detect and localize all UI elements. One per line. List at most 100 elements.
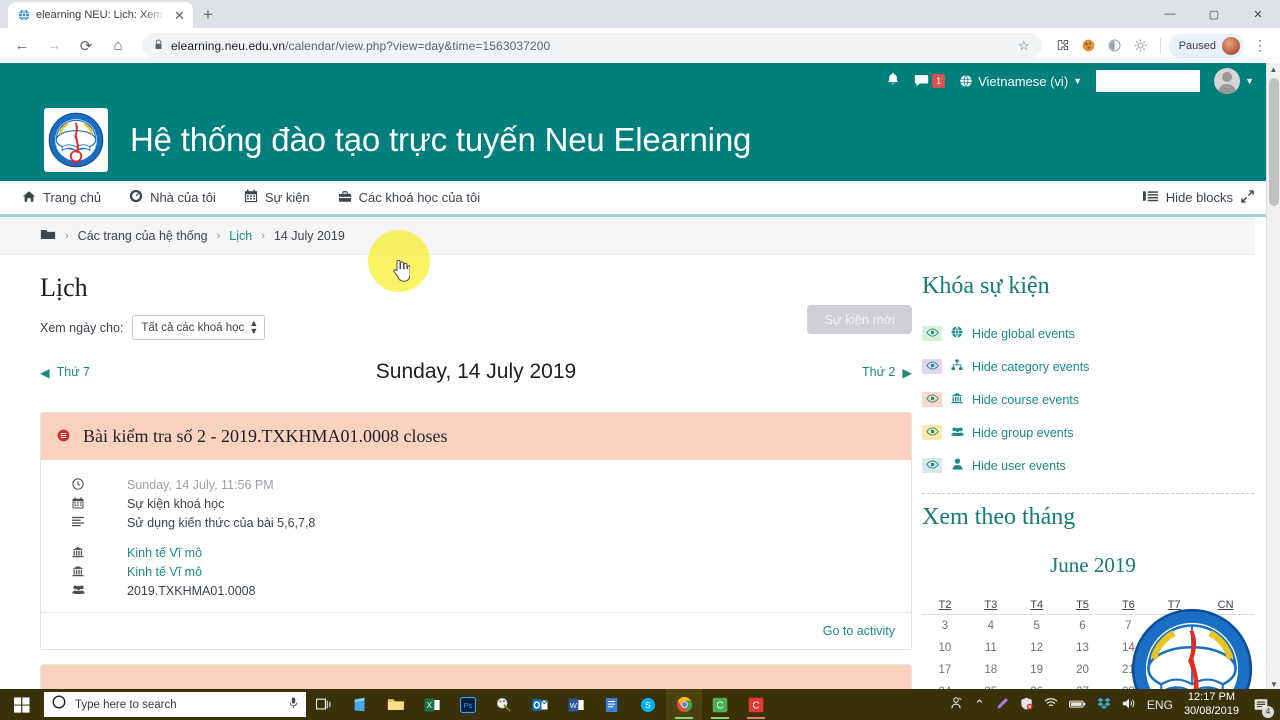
eye-toggle[interactable] <box>922 458 942 473</box>
calendar-day[interactable]: 23 <box>1197 659 1254 681</box>
paint-icon[interactable] <box>486 689 522 720</box>
key-item-category[interactable]: Hide category events <box>922 359 1254 374</box>
new-event-button[interactable]: Sự kiện mới <box>807 305 912 334</box>
red-app-icon[interactable]: C <box>738 689 774 720</box>
calendar-day[interactable]: 10 <box>922 637 968 659</box>
nav-item-trang-chu[interactable]: Trang chủ <box>22 190 101 206</box>
nav-item-su-kien[interactable]: Sự kiện <box>244 189 310 206</box>
folder-icon[interactable] <box>40 228 56 244</box>
clock[interactable]: 12:17 PM 30/08/2019 <box>1184 691 1239 719</box>
calendar-day[interactable]: 20 <box>1060 659 1106 681</box>
forward-icon[interactable]: → <box>40 32 68 60</box>
calendar-day[interactable]: 9 <box>1197 615 1254 638</box>
outlook-icon[interactable] <box>522 689 558 720</box>
hide-blocks-button[interactable]: Hide blocks <box>1142 189 1254 206</box>
calendar-day[interactable]: 19 <box>1014 659 1060 681</box>
blocks-icon <box>1142 190 1158 205</box>
calendar-day[interactable]: 5 <box>1014 615 1060 638</box>
calendar-day[interactable]: 12 <box>1014 637 1060 659</box>
calendar-day[interactable]: 22 <box>1151 659 1197 681</box>
calendar-day[interactable]: 16 <box>1197 637 1254 659</box>
volume-icon[interactable] <box>1122 697 1136 713</box>
event-course-link[interactable]: Kinh tế Vĩ mô <box>127 546 202 560</box>
scrollbar-thumb[interactable] <box>1269 78 1279 206</box>
calendar-day[interactable]: 17 <box>922 659 968 681</box>
course-filter-select[interactable]: Tất cả các khoá học ▲ ▼ <box>132 315 266 340</box>
microphone-icon[interactable] <box>289 696 298 714</box>
new-tab-button[interactable]: + <box>203 5 213 25</box>
scroll-up-arrow[interactable]: ▲ <box>1267 63 1280 77</box>
browser-tab[interactable]: elearning NEU: Lịch: Xem ngày: S ✕ <box>8 2 193 28</box>
green-app-icon[interactable]: C <box>702 689 738 720</box>
reload-icon[interactable]: ⟳ <box>72 32 100 60</box>
windows-icon[interactable] <box>0 689 44 720</box>
key-item-course[interactable]: Hide course events <box>922 392 1254 407</box>
calendar-day[interactable]: 7 <box>1105 615 1151 638</box>
security-icon[interactable] <box>1020 697 1033 713</box>
event-title[interactable]: Bài kiểm tra số 2 - 2019.TXKHMA01.0008 c… <box>83 426 447 447</box>
browser-menu-icon[interactable]: ⋮ <box>1248 37 1272 54</box>
taskbar-search[interactable]: Type here to search <box>44 692 306 717</box>
address-bar[interactable]: elearning.neu.edu.vn/calendar/view.php?v… <box>142 32 1042 59</box>
notifications-icon[interactable]: 4 <box>1250 693 1274 718</box>
calendar-day[interactable]: 6 <box>1060 615 1106 638</box>
maximize-button[interactable]: ▢ <box>1192 0 1236 28</box>
pen-icon[interactable] <box>996 697 1009 713</box>
file-explorer-icon[interactable] <box>378 689 414 720</box>
dropbox-icon[interactable] <box>1097 697 1111 713</box>
battery-icon[interactable] <box>1068 698 1086 712</box>
calendar-day[interactable]: 21 <box>1105 659 1151 681</box>
user-menu[interactable]: ▼ <box>1214 68 1254 94</box>
moon-icon[interactable] <box>1104 35 1126 57</box>
key-item-group[interactable]: Hide group events <box>922 425 1254 440</box>
back-icon[interactable]: ← <box>8 32 36 60</box>
calendar-day[interactable]: 18 <box>968 659 1014 681</box>
chrome-icon[interactable] <box>666 689 702 720</box>
bookmark-star-icon[interactable]: ☆ <box>1018 38 1030 54</box>
puzzle-icon[interactable] <box>1052 35 1074 57</box>
breadcrumb-item-1[interactable]: Lịch <box>229 229 252 243</box>
excel-icon[interactable]: X <box>414 689 450 720</box>
eye-toggle[interactable] <box>922 326 942 341</box>
word-icon[interactable]: W <box>558 689 594 720</box>
event-course-link-2[interactable]: Kinh tế Vĩ mô <box>127 565 202 579</box>
skype-icon[interactable]: S <box>630 689 666 720</box>
language-selector[interactable]: Vietnamese (vi) ▼ <box>959 74 1082 89</box>
user-icon <box>949 458 965 473</box>
task-view-icon[interactable] <box>306 689 342 720</box>
home-icon[interactable]: ⌂ <box>104 32 132 60</box>
gear-icon[interactable] <box>1130 35 1152 57</box>
tray-expand-icon[interactable]: ⌃ <box>974 697 985 713</box>
people-icon[interactable] <box>949 696 963 713</box>
photoshop-icon[interactable]: Ps <box>450 689 486 720</box>
nav-item-cac-khoa-hoc-cua-toi[interactable]: Các khoá học của tôi <box>338 190 480 206</box>
calendar-day[interactable]: 8 <box>1151 615 1197 638</box>
key-item-user[interactable]: Hide user events <box>922 458 1254 473</box>
search-input[interactable] <box>1096 70 1201 92</box>
go-to-activity-link[interactable]: Go to activity <box>823 624 895 638</box>
eye-toggle[interactable] <box>922 359 942 374</box>
calendar-day[interactable]: 3 <box>922 615 968 638</box>
calendar-day[interactable]: 14 <box>1105 637 1151 659</box>
message-icon[interactable]: 1 <box>914 73 946 89</box>
window-close-button[interactable]: ✕ <box>1236 0 1280 28</box>
notes-icon[interactable] <box>594 689 630 720</box>
nav-item-nha-cua-toi[interactable]: Nhà của tôi <box>129 189 216 206</box>
store-icon[interactable] <box>342 689 378 720</box>
profile-button[interactable]: Paused <box>1168 33 1244 58</box>
eye-toggle[interactable] <box>922 425 942 440</box>
calendar-day[interactable]: 13 <box>1060 637 1106 659</box>
language-indicator[interactable]: ENG <box>1147 698 1173 712</box>
eye-toggle[interactable] <box>922 392 942 407</box>
page-scrollbar[interactable]: ▲ ▼ <box>1266 63 1280 692</box>
cookie-icon[interactable] <box>1078 35 1100 57</box>
key-item-global[interactable]: Hide global events <box>922 326 1254 341</box>
users-icon <box>949 426 965 440</box>
calendar-day[interactable]: 4 <box>968 615 1014 638</box>
calendar-day[interactable]: 11 <box>968 637 1014 659</box>
wifi-icon[interactable] <box>1044 697 1058 712</box>
bell-icon[interactable] <box>886 72 900 90</box>
calendar-day[interactable]: 15 <box>1151 637 1197 659</box>
minimize-button[interactable]: — <box>1148 0 1192 28</box>
close-icon[interactable]: ✕ <box>174 9 185 22</box>
